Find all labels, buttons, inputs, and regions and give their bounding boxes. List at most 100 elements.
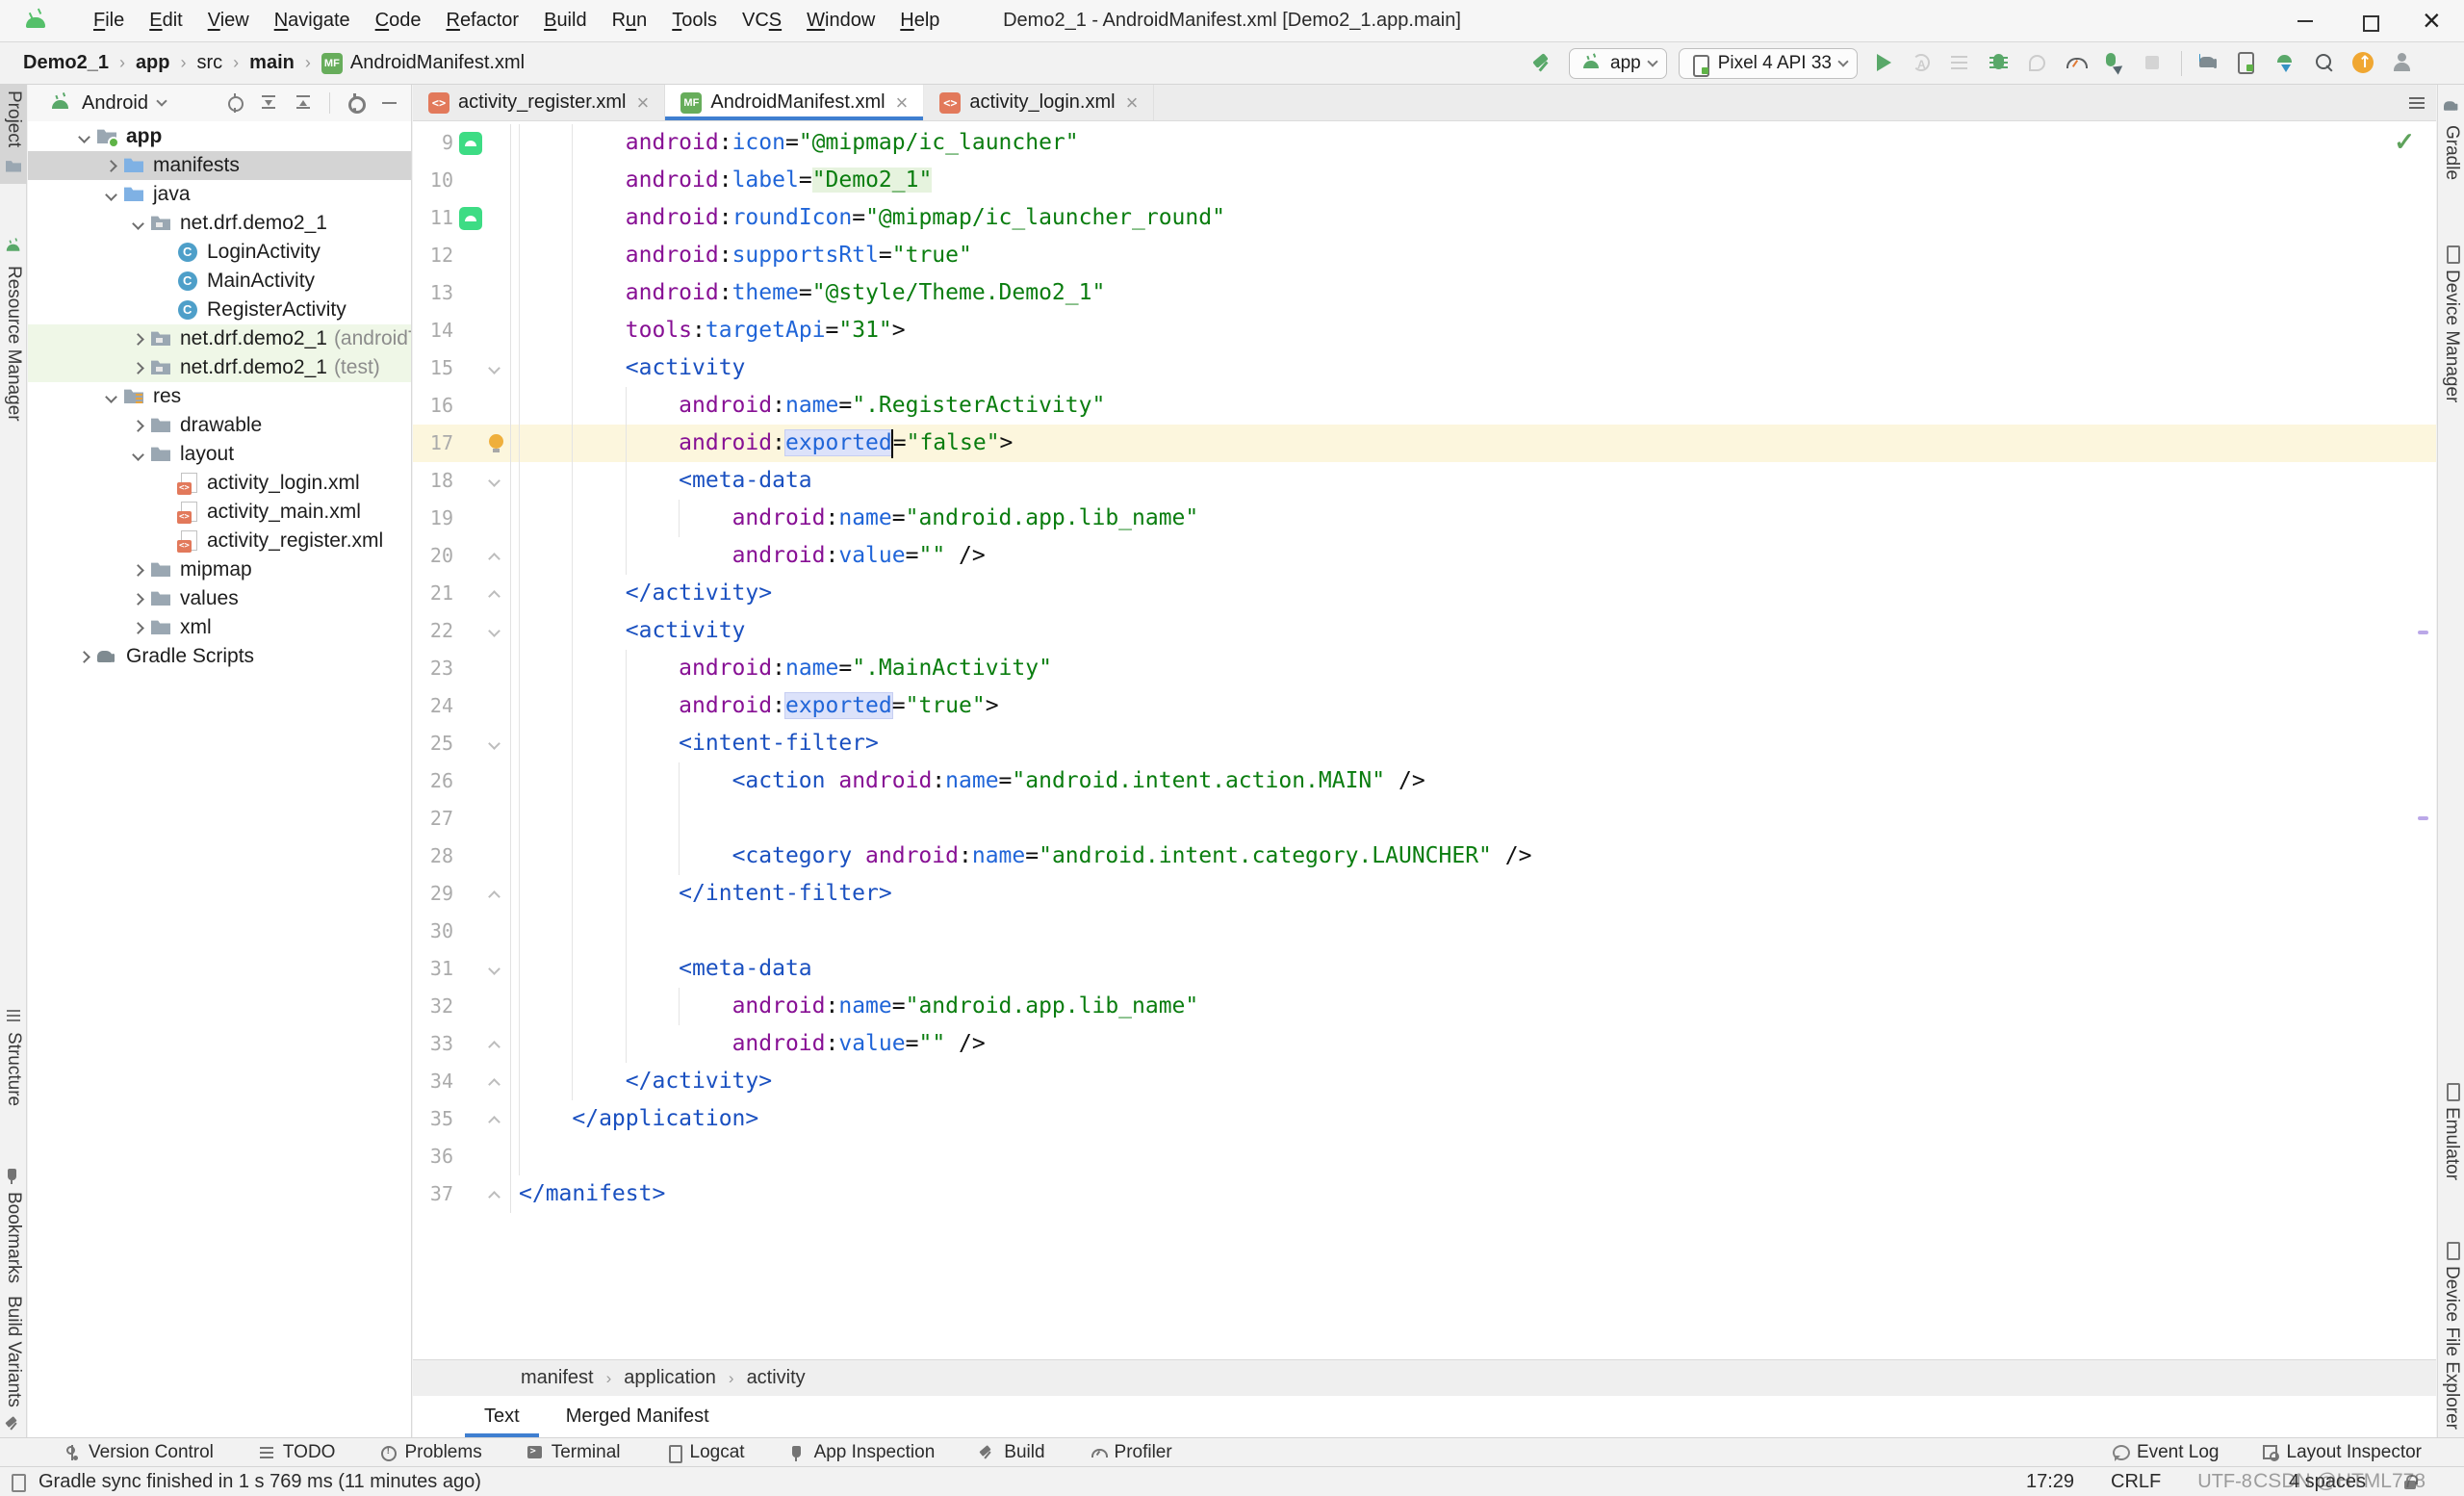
chevron-down-icon[interactable]: [104, 188, 117, 201]
fold-close-icon[interactable]: [488, 1041, 500, 1053]
menu-vcs[interactable]: VCS: [730, 10, 794, 32]
tool-window-switcher-icon[interactable]: [10, 1473, 27, 1492]
file-encoding[interactable]: UTF-8: [2197, 1471, 2252, 1493]
tool-window-button-terminal[interactable]: Terminal: [526, 1442, 621, 1463]
lock-icon[interactable]: [2402, 1473, 2418, 1490]
menu-navigate[interactable]: Navigate: [262, 10, 363, 32]
attach-debugger-button[interactable]: [2023, 49, 2052, 78]
tool-button-device-file-explorer[interactable]: Device File Explorer: [2438, 1235, 2464, 1435]
xml-breadcrumb-item[interactable]: application: [624, 1367, 716, 1389]
tree-row[interactable]: activity_register.xml: [28, 527, 411, 555]
tool-window-button-todo[interactable]: TODO: [258, 1442, 335, 1463]
chevron-down-icon[interactable]: [131, 217, 144, 230]
menu-run[interactable]: Run: [600, 10, 660, 32]
chevron-right-icon[interactable]: [131, 592, 144, 606]
fold-close-icon[interactable]: [488, 553, 500, 565]
apply-code-changes-button[interactable]: [1946, 49, 1975, 78]
menu-window[interactable]: Window: [794, 10, 887, 32]
tree-row[interactable]: net.drf.demo2_1 (androidTest): [28, 324, 411, 353]
build-project-button[interactable]: [1528, 49, 1557, 78]
close-button[interactable]: [2400, 0, 2464, 41]
editor-tab[interactable]: <> activity_login.xml ×: [924, 85, 1155, 120]
tool-window-button-profiler[interactable]: Profiler: [1090, 1442, 1172, 1463]
device-select[interactable]: Pixel 4 API 33: [1678, 47, 1858, 79]
tree-row[interactable]: activity_main.xml: [28, 498, 411, 527]
tool-button-project[interactable]: Project: [0, 85, 27, 185]
chevron-right-icon[interactable]: [131, 621, 144, 634]
fold-open-icon[interactable]: [488, 737, 500, 750]
chevron-right-icon[interactable]: [77, 650, 90, 663]
sdk-manager-button[interactable]: [2272, 49, 2301, 78]
error-stripe-mark[interactable]: [2418, 816, 2428, 820]
tree-row[interactable]: net.drf.demo2_1: [28, 209, 411, 238]
tree-row[interactable]: layout: [28, 440, 411, 469]
run-configuration-select[interactable]: app: [1569, 47, 1667, 79]
menu-refactor[interactable]: Refactor: [433, 10, 531, 32]
chevron-down-icon[interactable]: [131, 448, 144, 461]
tree-row[interactable]: xml: [28, 613, 411, 642]
chevron-right-icon[interactable]: [131, 419, 144, 432]
tree-row[interactable]: net.drf.demo2_1 (test): [28, 353, 411, 382]
tool-button-gradle[interactable]: Gradle: [2438, 89, 2464, 186]
tree-row[interactable]: RegisterActivity: [28, 296, 411, 324]
tree-row[interactable]: values: [28, 584, 411, 613]
fold-close-icon[interactable]: [488, 1116, 500, 1128]
tree-row[interactable]: MainActivity: [28, 267, 411, 296]
select-opened-file-icon[interactable]: [225, 93, 244, 113]
tool-window-button-problems[interactable]: Problems: [379, 1442, 482, 1463]
fold-open-icon[interactable]: [488, 963, 500, 975]
run-button[interactable]: [1869, 49, 1898, 78]
tree-row[interactable]: manifests: [28, 151, 411, 180]
tree-row[interactable]: mipmap: [28, 555, 411, 584]
menu-build[interactable]: Build: [531, 10, 599, 32]
apply-changes-button[interactable]: [1908, 49, 1937, 78]
hide-panel-icon[interactable]: [380, 93, 399, 113]
fold-open-icon[interactable]: [488, 362, 500, 374]
editor-tab[interactable]: <> activity_register.xml ×: [413, 85, 666, 120]
profile-app-button[interactable]: [2100, 49, 2129, 78]
fold-open-icon[interactable]: [488, 475, 500, 487]
close-icon[interactable]: ×: [896, 90, 909, 116]
stop-button[interactable]: [2139, 49, 2168, 78]
tool-button-structure[interactable]: Structure: [0, 1001, 27, 1112]
fold-close-icon[interactable]: [488, 1078, 500, 1091]
editor-mode-tab-merged-manifest[interactable]: Merged Manifest: [547, 1396, 729, 1437]
settings-gear-icon[interactable]: [346, 93, 366, 114]
tree-row[interactable]: drawable: [28, 411, 411, 440]
breadcrumb-file[interactable]: MF AndroidManifest.xml: [321, 52, 525, 74]
tool-button-emulator[interactable]: Emulator: [2438, 1076, 2464, 1186]
profiler-button[interactable]: [2062, 49, 2091, 78]
menu-edit[interactable]: Edit: [137, 10, 194, 32]
tree-row[interactable]: java: [28, 180, 411, 209]
tree-row[interactable]: LoginActivity: [28, 238, 411, 267]
menu-code[interactable]: Code: [363, 10, 434, 32]
menu-file[interactable]: File: [81, 10, 137, 32]
chevron-right-icon[interactable]: [131, 332, 144, 346]
debug-button[interactable]: [1985, 49, 2014, 78]
breadcrumb-item[interactable]: Demo2_1: [23, 52, 109, 74]
profile-avatar[interactable]: [2388, 49, 2417, 78]
tool-window-button-logcat[interactable]: Logcat: [665, 1442, 745, 1463]
tool-window-button-event-log[interactable]: Event Log: [2112, 1442, 2220, 1463]
tool-button-build-variants[interactable]: Build Variants: [0, 1290, 27, 1438]
line-ending[interactable]: CRLF: [2111, 1471, 2161, 1493]
chevron-down-icon[interactable]: [77, 130, 90, 143]
tool-button-device-manager[interactable]: Device Manager: [2438, 239, 2464, 408]
xml-breadcrumb-item[interactable]: activity: [747, 1367, 806, 1389]
tool-window-button-version-control[interactable]: Version Control: [64, 1442, 214, 1463]
device-manager-button[interactable]: [2234, 49, 2263, 78]
indent-setting[interactable]: 4 spaces: [2289, 1471, 2366, 1493]
tree-row[interactable]: activity_login.xml: [28, 469, 411, 498]
restore-button[interactable]: [2337, 0, 2400, 41]
close-icon[interactable]: ×: [637, 90, 650, 116]
close-icon[interactable]: ×: [1126, 90, 1139, 116]
tool-button-resource-manager[interactable]: Resource Manager: [0, 229, 27, 427]
expand-all-icon[interactable]: [260, 93, 279, 113]
breadcrumb-item[interactable]: main: [249, 52, 295, 74]
fold-close-icon[interactable]: [488, 890, 500, 903]
minimize-button[interactable]: [2273, 0, 2337, 41]
error-stripe-mark[interactable]: [2418, 631, 2428, 634]
collapse-all-icon[interactable]: [295, 93, 314, 113]
intention-bulb-icon[interactable]: [489, 434, 503, 452]
menu-help[interactable]: Help: [887, 10, 952, 32]
